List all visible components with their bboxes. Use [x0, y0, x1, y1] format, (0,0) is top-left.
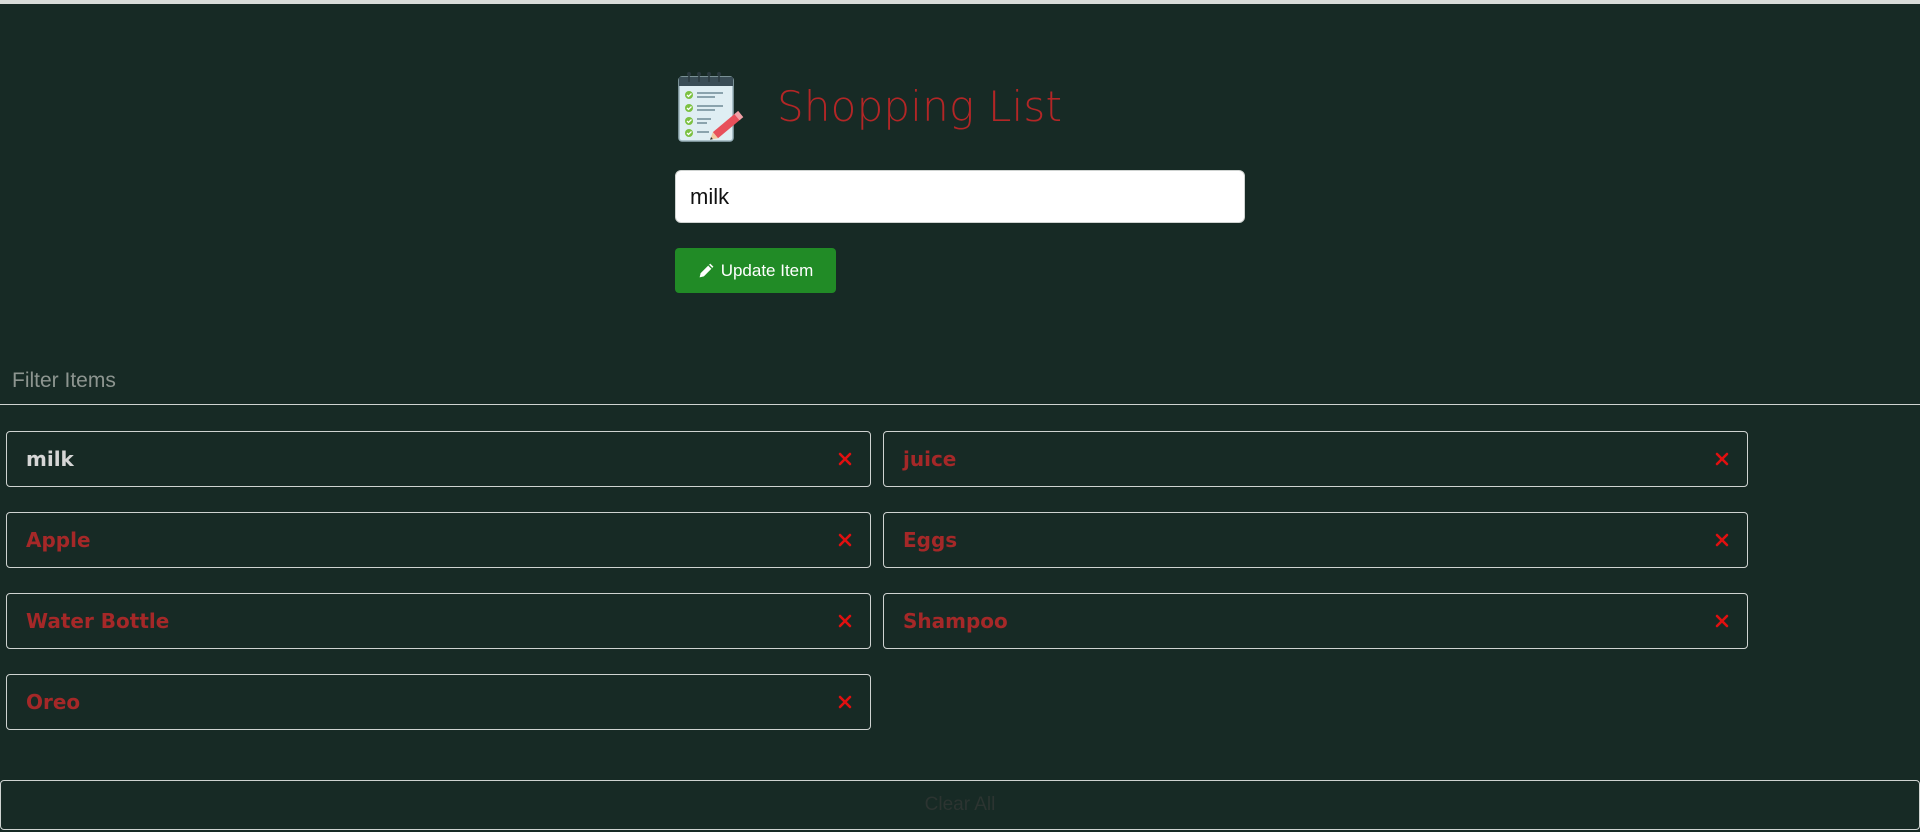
list-item[interactable]: Shampoo — [883, 593, 1748, 649]
list-item[interactable]: Oreo — [6, 674, 871, 730]
item-list: milk juice Apple Eggs Water Bottle Shamp… — [6, 431, 1748, 730]
update-item-button[interactable]: Update Item — [675, 248, 836, 293]
list-item[interactable]: juice — [883, 431, 1748, 487]
list-item[interactable]: Apple — [6, 512, 871, 568]
remove-item-button[interactable] — [1713, 531, 1731, 549]
item-label: Shampoo — [903, 609, 1008, 633]
page-title: Shopping List — [777, 81, 1063, 131]
filter-input[interactable] — [0, 358, 1920, 405]
item-label: juice — [903, 447, 957, 471]
remove-item-button[interactable] — [836, 450, 854, 468]
remove-item-button[interactable] — [836, 612, 854, 630]
item-label: Oreo — [26, 690, 81, 714]
item-label: Water Bottle — [26, 609, 170, 633]
item-label: milk — [26, 447, 74, 471]
item-label: Apple — [26, 528, 91, 552]
close-icon — [838, 614, 852, 628]
item-input[interactable] — [675, 170, 1245, 223]
top-border — [0, 0, 1920, 4]
notepad-checklist-icon — [678, 72, 744, 142]
list-item[interactable]: Eggs — [883, 512, 1748, 568]
close-icon — [838, 533, 852, 547]
pencil-icon — [699, 263, 714, 278]
list-item[interactable]: Water Bottle — [6, 593, 871, 649]
close-icon — [1715, 452, 1729, 466]
header: Shopping List — [675, 68, 1062, 144]
clear-all-button[interactable]: Clear All — [0, 780, 1920, 830]
close-icon — [1715, 614, 1729, 628]
remove-item-button[interactable] — [1713, 612, 1731, 630]
update-item-label: Update Item — [720, 260, 814, 280]
close-icon — [1715, 533, 1729, 547]
list-item[interactable]: milk — [6, 431, 871, 487]
close-icon — [838, 695, 852, 709]
remove-item-button[interactable] — [836, 531, 854, 549]
item-label: Eggs — [903, 528, 958, 552]
close-icon — [838, 452, 852, 466]
remove-item-button[interactable] — [836, 693, 854, 711]
remove-item-button[interactable] — [1713, 450, 1731, 468]
